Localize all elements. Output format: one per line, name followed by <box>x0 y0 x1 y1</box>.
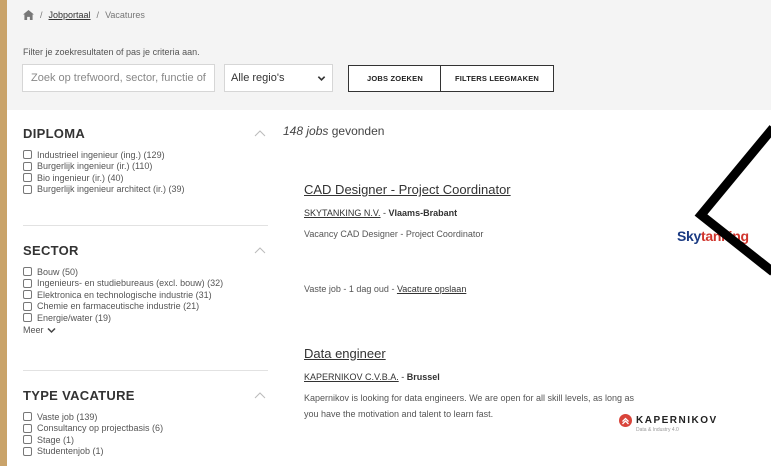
option-label: Ingenieurs- en studiebureaus (excl. bouw… <box>37 278 224 288</box>
facet-option[interactable]: Elektronica en technologische industrie … <box>23 289 268 300</box>
facet-option[interactable]: Burgerlijk ingenieur architect (ir.) (39… <box>23 184 268 195</box>
breadcrumb-separator: / <box>96 10 100 20</box>
results-count: 148 jobs gevonden <box>283 124 384 138</box>
kapernikov-tagline: Data & Industry 4.0 <box>636 427 679 433</box>
clear-filters-button[interactable]: FILTERS LEEGMAKEN <box>440 65 554 92</box>
search-input[interactable] <box>22 64 215 92</box>
option-label: Industrieel ingenieur (ing.) (129) <box>37 149 165 160</box>
company-link[interactable]: SKYTANKING N.V. <box>304 208 381 218</box>
facet-option[interactable]: Bio ingenieur (ir.) (40) <box>23 172 268 183</box>
job-company: KAPERNIKOV C.V.B.A. - Brussel <box>304 372 440 382</box>
facet-option[interactable]: Chemie en farmaceutische industrie (21) <box>23 301 268 312</box>
breadcrumb-link-jobportaal[interactable]: Jobportaal <box>49 10 91 20</box>
region-select-value: Alle regio's <box>231 72 285 84</box>
divider <box>23 225 268 226</box>
facet-sector: SECTOR Bouw (50) Ingenieurs- en studiebu… <box>23 243 268 335</box>
checkbox[interactable] <box>23 435 32 444</box>
facet-option[interactable]: Studentenjob (1) <box>23 446 268 457</box>
search-jobs-button[interactable]: JOBS ZOEKEN <box>348 65 442 92</box>
facet-diploma: DIPLOMA Industrieel ingenieur (ing.) (12… <box>23 126 268 195</box>
breadcrumb-current: Vacatures <box>105 10 145 20</box>
show-more-label: Meer <box>23 325 44 335</box>
job-description: Kapernikov is looking for data engineers… <box>304 393 635 419</box>
kapernikov-wordmark: KAPERNIKOV <box>636 415 718 426</box>
checkbox[interactable] <box>23 290 32 299</box>
option-label: Chemie en farmaceutische industrie (21) <box>37 301 200 311</box>
facet-title: DIPLOMA <box>23 126 86 141</box>
checkbox[interactable] <box>23 301 32 311</box>
facet-options: Vaste job (139) Consultancy op projectba… <box>23 411 268 457</box>
facet-option[interactable]: Vaste job (139) <box>23 411 268 422</box>
option-label: Bouw (50) <box>37 266 79 277</box>
job-card: Data engineer KAPERNIKOV C.V.B.A. - Brus… <box>304 346 704 422</box>
facet-option[interactable]: Bouw (50) <box>23 266 268 277</box>
option-label: Bio ingenieur (ir.) (40) <box>37 172 124 183</box>
facet-option[interactable]: Ingenieurs- en studiebureaus (excl. bouw… <box>23 278 268 289</box>
job-location: Brussel <box>406 372 440 382</box>
job-title-link[interactable]: CAD Designer - Project Coordinator <box>304 182 704 197</box>
checkbox[interactable] <box>23 446 32 456</box>
checkbox[interactable] <box>23 150 32 159</box>
facet-title: TYPE VACATURE <box>23 388 135 403</box>
job-description: Vacancy CAD Designer - Project Coordinat… <box>304 229 484 239</box>
facet-option[interactable]: Consultancy op projectbasis (6) <box>23 423 268 434</box>
facet-option[interactable]: Stage (1) <box>23 434 268 445</box>
checkbox[interactable] <box>23 313 32 322</box>
facet-type: TYPE VACATURE Vaste job (139) Consultanc… <box>23 388 268 457</box>
page: / Jobportaal / Vacatures Filter je zoekr… <box>7 0 771 466</box>
facet-options: Industrieel ingenieur (ing.) (129) Burge… <box>23 149 268 195</box>
option-label: Studentenjob (1) <box>37 446 104 456</box>
checkbox[interactable] <box>23 161 32 171</box>
option-label: Energie/water (19) <box>37 312 112 323</box>
divider <box>23 370 268 371</box>
facet-options: Bouw (50) Ingenieurs- en studiebureaus (… <box>23 266 268 323</box>
facet-option[interactable]: Burgerlijk ingenieur (ir.) (110) <box>23 161 268 172</box>
filter-label: Filter je zoekresultaten of pas je crite… <box>23 47 200 57</box>
results-count-suffix: gevonden <box>331 124 385 138</box>
show-more-link[interactable]: Meer <box>23 325 268 335</box>
option-label: Elektronica en technologische industrie … <box>37 289 212 300</box>
chevron-up-icon[interactable] <box>254 247 266 254</box>
checkbox[interactable] <box>23 423 32 433</box>
option-label: Consultancy op projectbasis (6) <box>37 423 164 433</box>
job-age: 1 dag oud <box>348 284 389 294</box>
job-location: Vlaams-Brabant <box>388 208 458 218</box>
checkbox[interactable] <box>23 267 32 276</box>
breadcrumb: / Jobportaal / Vacatures <box>23 10 145 20</box>
company-link[interactable]: KAPERNIKOV C.V.B.A. <box>304 372 399 382</box>
chevron-left-icon[interactable] <box>683 120 771 280</box>
chevron-up-icon[interactable] <box>254 392 266 399</box>
option-label: Burgerlijk ingenieur (ir.) (110) <box>37 161 153 171</box>
filter-band: / Jobportaal / Vacatures Filter je zoekr… <box>7 0 771 110</box>
results-count-number: 148 jobs <box>283 124 329 138</box>
save-vacancy-link[interactable]: Vacature opslaan <box>397 284 466 294</box>
region-select[interactable]: Alle regio's <box>224 64 333 92</box>
chevron-up-icon[interactable] <box>254 130 266 137</box>
checkbox[interactable] <box>23 173 32 182</box>
facet-title: SECTOR <box>23 243 79 258</box>
checkbox[interactable] <box>23 278 32 288</box>
job-title-link[interactable]: Data engineer <box>304 346 704 361</box>
option-label: Vaste job (139) <box>37 411 98 422</box>
chevron-down-icon <box>46 327 56 333</box>
job-meta: Vaste job - 1 dag oud - Vacature opslaan <box>304 284 467 294</box>
breadcrumb-separator: / <box>40 10 43 20</box>
option-label: Burgerlijk ingenieur architect (ir.) (39… <box>37 184 185 194</box>
job-type: Vaste job <box>304 284 341 294</box>
facet-option[interactable]: Industrieel ingenieur (ing.) (129) <box>23 149 268 160</box>
checkbox[interactable] <box>23 412 32 421</box>
chevron-down-icon <box>317 75 326 81</box>
job-company: SKYTANKING N.V. - Vlaams-Brabant <box>304 208 458 218</box>
home-icon[interactable] <box>23 10 34 20</box>
kapernikov-badge-icon <box>619 414 632 427</box>
company-logo-kapernikov[interactable]: KAPERNIKOV Data & Industry 4.0 <box>619 414 718 433</box>
facet-option[interactable]: Energie/water (19) <box>23 312 268 323</box>
job-card: CAD Designer - Project Coordinator SKYTA… <box>304 182 704 294</box>
checkbox[interactable] <box>23 184 32 194</box>
option-label: Stage (1) <box>37 434 75 445</box>
